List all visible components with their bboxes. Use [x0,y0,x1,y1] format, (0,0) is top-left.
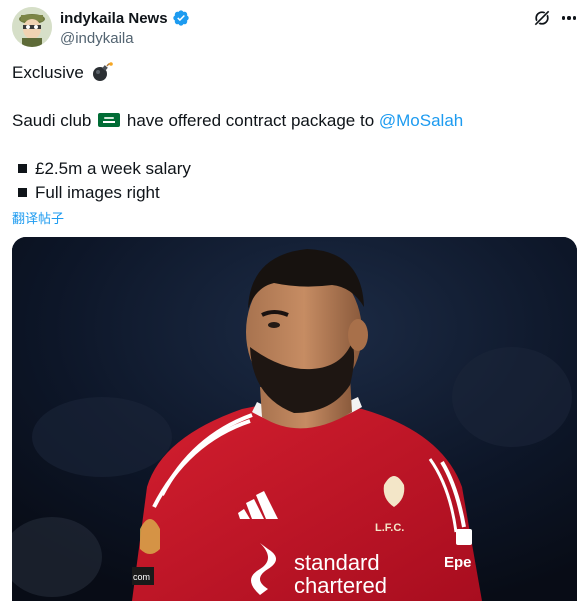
translate-post-link[interactable]: 翻译帖子 [12,208,64,227]
sponsor-line2: chartered [294,573,387,598]
verified-badge-icon [172,10,189,26]
saudi-flag-icon [98,113,121,127]
author-name-row[interactable]: indykaila News [60,9,190,27]
sponsor-line1: standard [294,550,380,575]
tweet-line-exclusive: Exclusive [12,62,113,84]
bullet-square-icon [18,188,27,198]
author-handle[interactable]: @indykaila [60,30,134,47]
sleeve-badge-text: com [133,572,150,582]
list-item: £2.5m a week salary [12,158,191,180]
mention-link[interactable]: @MoSalah [379,111,463,130]
tweet-media-image[interactable]: L.F.C. standard chartered Epe com [12,237,577,601]
author-display-name[interactable]: indykaila News [60,10,168,27]
more-options-button[interactable] [558,8,580,28]
sleeve-sponsor-text: Epe [444,554,472,571]
cartoon-avatar-icon [12,7,52,47]
bullet-square-icon [18,164,27,174]
crest-text: L.F.C. [375,522,404,534]
avatar[interactable] [12,7,52,47]
player-photo: L.F.C. standard chartered Epe com [12,237,577,601]
list-item: Full images right [12,182,160,204]
grok-icon[interactable] [532,8,552,28]
tweet-line-offer: Saudi club have offered contract package… [12,111,464,130]
bomb-emoji-icon [92,62,113,81]
more-dots-icon [561,16,566,20]
